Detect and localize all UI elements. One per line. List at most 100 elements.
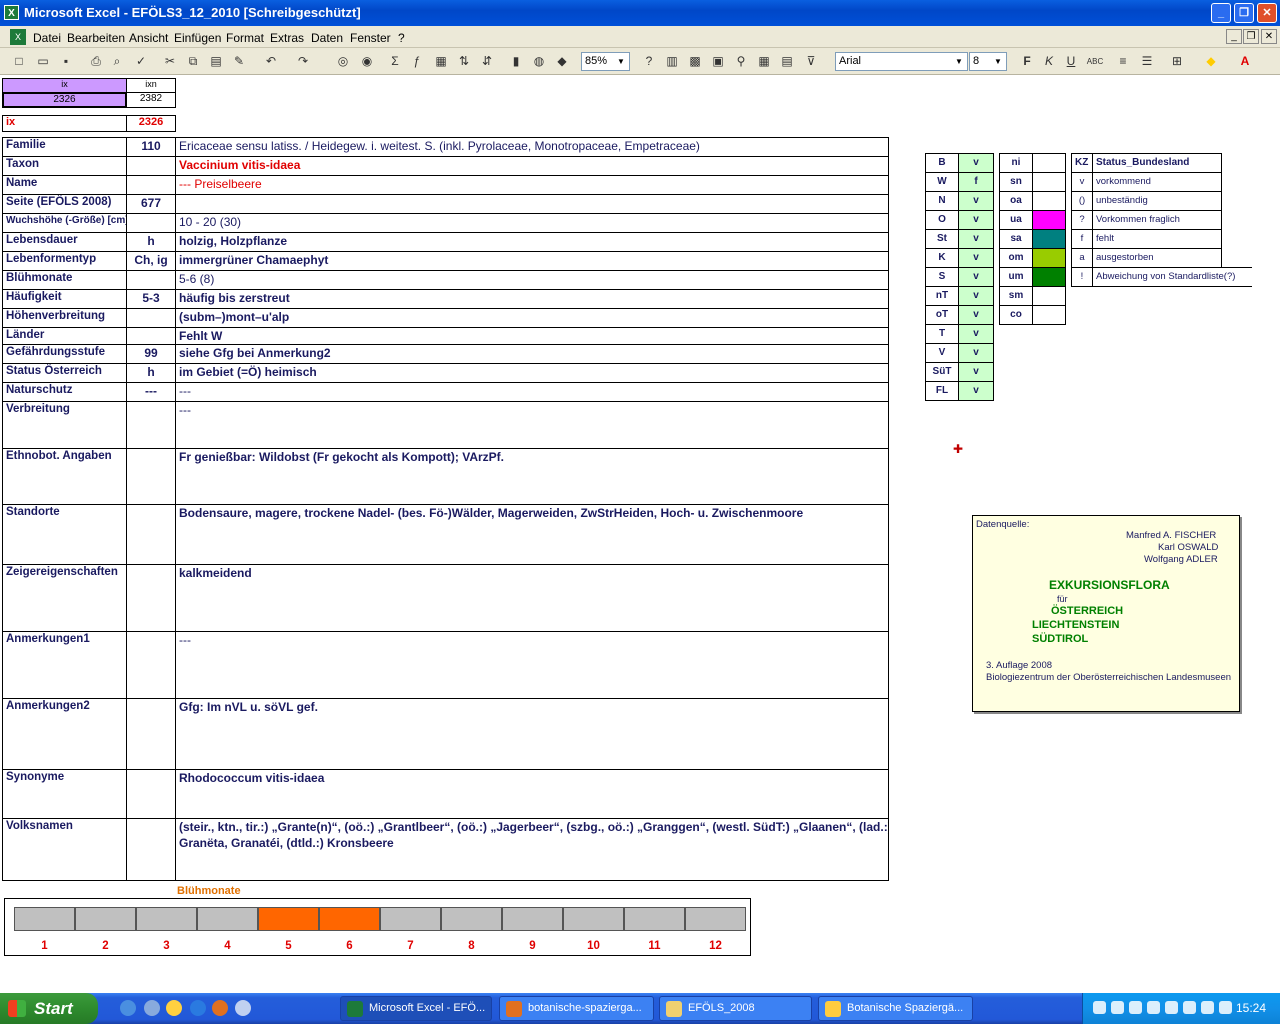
drawing-icon[interactable]: ◆ <box>553 53 571 70</box>
row-code[interactable]: h <box>126 232 176 252</box>
calculator-icon[interactable]: ▤ <box>778 53 796 70</box>
autosum-icon[interactable]: Σ <box>386 53 404 70</box>
tray-update-icon[interactable] <box>1183 1001 1196 1014</box>
state-value[interactable]: v <box>958 210 994 230</box>
italic-icon[interactable]: K <box>1040 53 1058 70</box>
quicklaunch-ie-icon[interactable] <box>120 1000 136 1016</box>
row-value[interactable]: --- <box>175 401 889 449</box>
row-value[interactable]: Rhodococcum vitis-idaea <box>175 769 889 819</box>
row-code[interactable] <box>126 156 176 176</box>
sort-asc-icon[interactable]: ⇅ <box>455 53 473 70</box>
format-painter-icon[interactable]: ✎ <box>230 53 248 70</box>
row-value[interactable]: immergrüner Chamaephyt <box>175 251 889 271</box>
ix-label-value-cell[interactable]: 2326 <box>126 115 176 132</box>
align-left-icon[interactable]: ≡ <box>1114 53 1132 70</box>
ixn-value-cell[interactable]: 2382 <box>126 92 176 108</box>
task-excel[interactable]: Microsoft Excel - EFÖ... <box>340 996 492 1021</box>
state-value[interactable]: v <box>958 286 994 306</box>
hyperlink-icon[interactable]: ◎ <box>334 53 352 70</box>
doc-minimize-button[interactable]: _ <box>1226 29 1242 44</box>
tray-security-icon[interactable] <box>1147 1001 1160 1014</box>
row-code[interactable] <box>126 308 176 328</box>
open-icon[interactable]: ▭ <box>34 53 52 70</box>
worksheet[interactable]: ix ixn 2326 2382 ix 2326 Familie 110 Erica… <box>0 76 1280 990</box>
quicklaunch-browser-icon[interactable] <box>190 1000 206 1016</box>
row-value[interactable]: 5-6 (8) <box>175 270 889 290</box>
row-code[interactable] <box>126 213 176 233</box>
row-code[interactable] <box>126 401 176 449</box>
row-value[interactable]: siehe Gfg bei Anmerkung2 <box>175 344 889 364</box>
state-value[interactable]: v <box>958 305 994 325</box>
menu-format[interactable]: Format <box>226 31 264 45</box>
row-value[interactable]: Vaccinium vitis-idaea <box>175 156 889 176</box>
help-icon[interactable]: ? <box>640 53 658 70</box>
tray-app-icon[interactable] <box>1219 1001 1232 1014</box>
row-code[interactable] <box>126 504 176 565</box>
paste-icon[interactable]: ▤ <box>207 53 225 70</box>
records-icon[interactable]: ▩ <box>686 53 704 70</box>
minimize-button[interactable]: _ <box>1211 3 1231 23</box>
row-code[interactable]: 110 <box>126 137 176 157</box>
tray-info-icon[interactable] <box>1201 1001 1214 1014</box>
row-code[interactable]: 99 <box>126 344 176 364</box>
row-value[interactable]: --- <box>175 382 889 402</box>
row-value[interactable]: (subm–)mont–u'alp <box>175 308 889 328</box>
row-code[interactable] <box>126 769 176 819</box>
workbook-icon[interactable]: X <box>10 29 26 45</box>
state-value[interactable]: f <box>958 172 994 192</box>
row-code[interactable]: Ch, ig <box>126 251 176 271</box>
task-firefox[interactable]: botanische-spazierga... <box>499 996 654 1021</box>
row-code[interactable]: h <box>126 363 176 383</box>
row-code[interactable] <box>126 631 176 699</box>
state-value[interactable]: v <box>958 248 994 268</box>
quicklaunch-mail-icon[interactable] <box>235 1000 251 1016</box>
menu-ansicht[interactable]: Ansicht <box>129 31 168 45</box>
preview-icon[interactable]: ⌕ <box>108 53 126 70</box>
forms-icon[interactable]: ▥ <box>663 53 681 70</box>
row-code[interactable]: 677 <box>126 194 176 214</box>
fill-color-icon[interactable]: ◆ <box>1202 53 1220 70</box>
row-code[interactable] <box>126 270 176 290</box>
menu-datei[interactable]: Datei <box>33 31 61 45</box>
state-value[interactable]: v <box>958 191 994 211</box>
copy-icon[interactable]: ⧉ <box>184 53 202 70</box>
quicklaunch-desktop-icon[interactable] <box>144 1000 160 1016</box>
row-value[interactable]: Ericaceae sensu latiss. / Heidegew. i. w… <box>175 137 889 157</box>
row-value[interactable]: 10 - 20 (30) <box>175 213 889 233</box>
print-icon[interactable]: ⎙ <box>87 53 105 70</box>
function-icon[interactable]: ƒ <box>408 53 426 70</box>
tray-network-icon[interactable] <box>1093 1001 1106 1014</box>
filter-icon[interactable]: ⊽ <box>802 53 820 70</box>
spelling-icon[interactable]: ✓ <box>132 53 150 70</box>
menu-extras[interactable]: Extras <box>270 31 304 45</box>
zoom-select[interactable]: 85% ▼ <box>581 52 630 71</box>
state-value[interactable]: v <box>958 229 994 249</box>
row-code[interactable] <box>126 818 176 881</box>
font-color-icon[interactable]: A <box>1236 53 1254 70</box>
map-icon[interactable]: ◍ <box>530 53 548 70</box>
bold-icon[interactable]: F <box>1018 53 1036 70</box>
task-document[interactable]: Botanische Spaziergä... <box>818 996 973 1021</box>
state-value[interactable]: v <box>958 267 994 287</box>
start-button[interactable]: Start <box>0 993 98 1024</box>
menu-help[interactable]: ? <box>398 31 405 45</box>
row-value[interactable]: --- <box>175 631 889 699</box>
save-icon[interactable]: ▪ <box>57 53 75 70</box>
ix-value-cell[interactable]: 2326 <box>2 92 127 108</box>
tray-search-icon[interactable] <box>1129 1001 1142 1014</box>
font-size-select[interactable]: 8 ▼ <box>969 52 1007 71</box>
state-value[interactable]: v <box>958 153 994 173</box>
state-value[interactable]: v <box>958 362 994 382</box>
state-value[interactable]: v <box>958 343 994 363</box>
menu-fenster[interactable]: Fenster <box>350 31 391 45</box>
menu-bearbeiten[interactable]: Bearbeiten <box>67 31 125 45</box>
row-value[interactable]: Fehlt W <box>175 327 889 345</box>
row-value[interactable] <box>175 194 889 214</box>
tray-volume-icon[interactable] <box>1111 1001 1124 1014</box>
underline-icon[interactable]: U <box>1062 53 1080 70</box>
sort-desc-icon[interactable]: ⇵ <box>478 53 496 70</box>
calc-icon[interactable]: ▣ <box>709 53 727 70</box>
row-code[interactable] <box>126 448 176 505</box>
row-value[interactable]: häufig bis zerstreut <box>175 289 889 309</box>
row-value[interactable]: holzig, Holzpflanze <box>175 232 889 252</box>
